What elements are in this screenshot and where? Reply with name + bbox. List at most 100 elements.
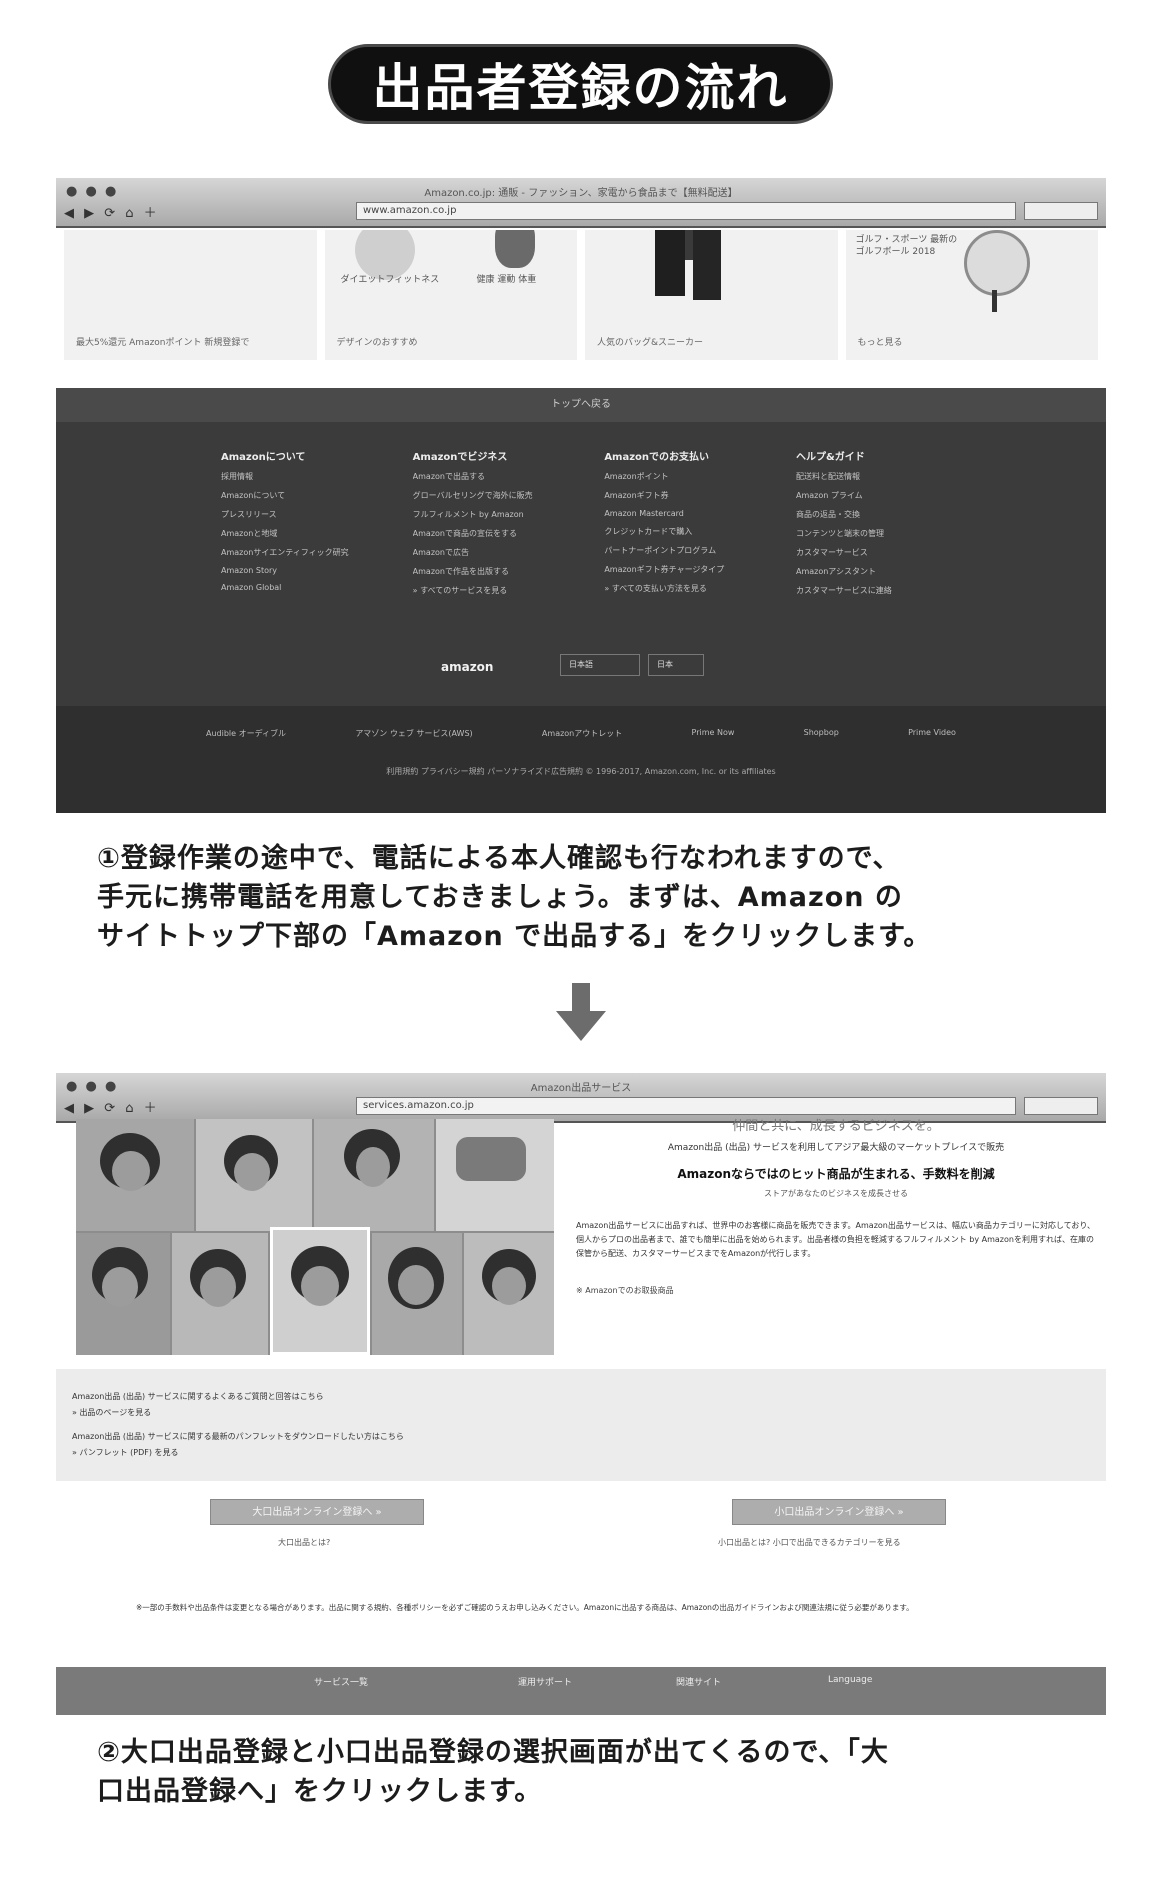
footer-link[interactable]: Amazonポイント <box>604 471 794 482</box>
hero-text: 仲間と共に、成長するビジネスを。 Amazon出品 (出品) サービスを利用して… <box>576 1115 1096 1296</box>
footer-link[interactable]: » すべてのサービスを見る <box>413 585 603 596</box>
info-text: Amazon出品 (出品) サービスに関するよくあるご質問と回答はこちら <box>72 1392 324 1401</box>
promo-tile[interactable]: 最大5%還元 Amazonポイント 新規登録で <box>64 230 317 360</box>
footer-link[interactable]: Amazonと地域 <box>221 528 411 539</box>
footer-link[interactable]: Amazon Story <box>221 566 411 575</box>
promo-tile[interactable]: ゴルフ・スポーツ 最新のゴルフボール 2018 もっと見る <box>845 230 1098 360</box>
hero-tagline: 仲間と共に、成長するビジネスを。 <box>732 1119 940 1134</box>
golf-ball-image <box>963 230 1030 296</box>
footer-link[interactable]: コンテンツと端末の管理 <box>796 528 986 539</box>
footer-bottom-link[interactable]: Prime Now <box>692 728 735 739</box>
footer-link[interactable]: Amazonについて <box>221 490 411 501</box>
footer-link[interactable]: Amazonで作品を出版する <box>413 566 603 577</box>
step1-caption: ①登録作業の途中で、電話による本人確認も行なわれますので、 手元に携帯電話を用意… <box>97 843 932 952</box>
browser-toolbar[interactable]: ◀ ▶ ⟳ ⌂ ＋ <box>64 202 160 221</box>
footer-link[interactable]: 採用情報 <box>221 471 411 482</box>
footer-link[interactable]: Amazonギフト券チャージタイプ <box>604 564 794 575</box>
tile-caption: もっと見る <box>857 338 903 348</box>
screenshot-seller-services: ● ● ● Amazon出品サービス ◀ ▶ ⟳ ⌂ ＋ services.am… <box>56 1073 1106 1715</box>
promo-tile[interactable]: ダイエットフィットネス 健康 運動 体重 デザインのおすすめ <box>324 230 577 360</box>
footer-link[interactable]: Amazon プライム <box>796 490 986 501</box>
footer-nav-item[interactable]: Language <box>828 1675 872 1685</box>
footer-bottom-link[interactable]: Shopbop <box>804 728 839 739</box>
seller-photo <box>314 1119 434 1231</box>
region-selector[interactable]: 日本 <box>648 654 704 676</box>
info-text: Amazon出品 (出品) サービスに関する最新のパンフレットをダウンロードした… <box>72 1432 404 1441</box>
footer-nav-item[interactable]: 関連サイト <box>676 1675 721 1688</box>
site-footer: トップへ戻る Amazonについて 採用情報 Amazonについて プレスリリー… <box>56 388 1106 813</box>
tile-caption: 人気のバッグ&スニーカー <box>597 338 704 348</box>
promo-tile[interactable]: 人気のバッグ&スニーカー <box>585 230 838 360</box>
footer-nav-item[interactable]: サービス一覧 <box>314 1675 368 1688</box>
browser-search-field[interactable] <box>1024 202 1098 220</box>
info-panel: Amazon出品 (出品) サービスに関するよくあるご質問と回答はこちら » 出… <box>56 1369 1106 1481</box>
promo-tiles: 最大5%還元 Amazonポイント 新規登録で ダイエットフィットネス 健康 運… <box>64 230 1098 360</box>
page-title: 出品者登録の流れ <box>328 44 833 124</box>
seller-photo <box>76 1233 170 1355</box>
info-link[interactable]: » パンフレット (PDF) を見る <box>72 1447 179 1458</box>
fine-print: ※一部の手数料や出品条件は変更となる場合があります。出品に関する規約、各種ポリシ… <box>136 1603 914 1612</box>
seller-photo <box>76 1119 194 1231</box>
footer-link[interactable]: Amazon Mastercard <box>604 509 794 518</box>
tile-text: ゴルフ・スポーツ 最新のゴルフボール 2018 <box>855 235 958 257</box>
footer-column: Amazonでのお支払い Amazonポイント Amazonギフト券 Amazo… <box>604 448 794 604</box>
large-seller-info-link[interactable]: 大口出品とは? <box>278 1537 330 1548</box>
footer-bottom-link[interactable]: Amazonアウトレット <box>542 728 622 739</box>
footer-bottom: Audible オーディブル アマゾン ウェブ サービス(AWS) Amazon… <box>56 706 1106 813</box>
window-title: Amazon.co.jp: 通販 - ファッション、家電から食品まで【無料配送】 <box>424 188 738 199</box>
tile-text: ダイエットフィットネス <box>340 275 440 285</box>
footer-link[interactable]: Amazonギフト券 <box>604 490 794 501</box>
seller-photo <box>172 1233 268 1355</box>
footer-link[interactable]: Amazonサイエンティフィック研究 <box>221 547 411 558</box>
seller-photo <box>270 1227 370 1355</box>
footer-link[interactable]: Amazon Global <box>221 583 411 592</box>
small-seller-info-link[interactable]: 小口出品とは? 小口で出品できるカテゴリーを見る <box>718 1537 901 1548</box>
footer-link-sell-on-amazon[interactable]: Amazonで出品する <box>413 471 603 482</box>
page-footer-bar: サービス一覧 運用サポート 関連サイト Language <box>56 1667 1106 1715</box>
footer-nav-item[interactable]: 運用サポート <box>518 1675 572 1688</box>
footer-link[interactable]: フルフィルメント by Amazon <box>413 509 603 520</box>
seller-photo <box>464 1233 554 1355</box>
footer-bottom-link[interactable]: アマゾン ウェブ サービス(AWS) <box>355 728 472 739</box>
seller-photo <box>196 1119 312 1231</box>
footer-link[interactable]: プレスリリース <box>221 509 411 520</box>
footer-link[interactable]: カスタマーサービスに連絡 <box>796 585 986 596</box>
tile-caption: デザインのおすすめ <box>336 338 418 348</box>
info-link[interactable]: » 出品のページを見る <box>72 1407 151 1418</box>
footer-link[interactable]: Amazonで広告 <box>413 547 603 558</box>
footer-bottom-link[interactable]: Audible オーディブル <box>206 728 286 739</box>
footer-column: ヘルプ&ガイド 配送料と配送情報 Amazon プライム 商品の返品・交換 コン… <box>796 448 986 604</box>
browser-toolbar[interactable]: ◀ ▶ ⟳ ⌂ ＋ <box>64 1097 160 1116</box>
browser-search-field[interactable] <box>1024 1097 1098 1115</box>
footer-column: Amazonでビジネス Amazonで出品する グローバルセリングで海外に販売 … <box>413 448 603 604</box>
address-bar[interactable]: www.amazon.co.jp <box>356 202 1016 220</box>
hero-intro: Amazon出品 (出品) サービスを利用してアジア最大級のマーケットプレイスで… <box>667 1143 1005 1153</box>
footer-link[interactable]: パートナーポイントプログラム <box>604 545 794 556</box>
small-seller-register-button[interactable]: 小口出品オンライン登録へ » <box>732 1499 946 1525</box>
bag-image <box>655 230 721 300</box>
address-bar[interactable]: services.amazon.co.jp <box>356 1097 1016 1115</box>
footer-column: Amazonについて 採用情報 Amazonについて プレスリリース Amazo… <box>221 448 411 604</box>
footer-link[interactable]: 配送料と配送情報 <box>796 471 986 482</box>
large-seller-register-button[interactable]: 大口出品オンライン登録へ » <box>210 1499 424 1525</box>
amazon-logo[interactable]: amazon <box>441 660 493 674</box>
footer-link[interactable]: クレジットカードで購入 <box>604 526 794 537</box>
footer-heading: Amazonについて <box>221 452 306 463</box>
footer-columns: Amazonについて 採用情報 Amazonについて プレスリリース Amazo… <box>221 448 986 604</box>
hero-subheading: ストアがあなたのビジネスを成長させる <box>764 1189 908 1198</box>
footer-link[interactable]: 商品の返品・交換 <box>796 509 986 520</box>
footer-link[interactable]: Amazonで商品の宣伝をする <box>413 528 603 539</box>
window-title: Amazon出品サービス <box>530 1083 632 1094</box>
footer-link[interactable]: » すべての支払い方法を見る <box>604 583 794 594</box>
footer-heading: Amazonでビジネス <box>412 452 508 463</box>
browser-chrome: ● ● ● Amazon.co.jp: 通販 - ファッション、家電から食品まで… <box>56 178 1106 228</box>
footer-bottom-link[interactable]: Prime Video <box>908 728 956 739</box>
product-image <box>494 230 535 268</box>
hero-note[interactable]: ※ Amazonでのお取扱商品 <box>576 1285 1096 1296</box>
footer-link[interactable]: カスタマーサービス <box>796 547 986 558</box>
footer-link[interactable]: グローバルセリングで海外に販売 <box>413 490 603 501</box>
footer-link[interactable]: Amazonアシスタント <box>796 566 986 577</box>
language-selector[interactable]: 日本語 <box>560 654 640 676</box>
footer-heading: Amazonでのお支払い <box>604 452 710 463</box>
back-to-top-link[interactable]: トップへ戻る <box>56 388 1106 422</box>
